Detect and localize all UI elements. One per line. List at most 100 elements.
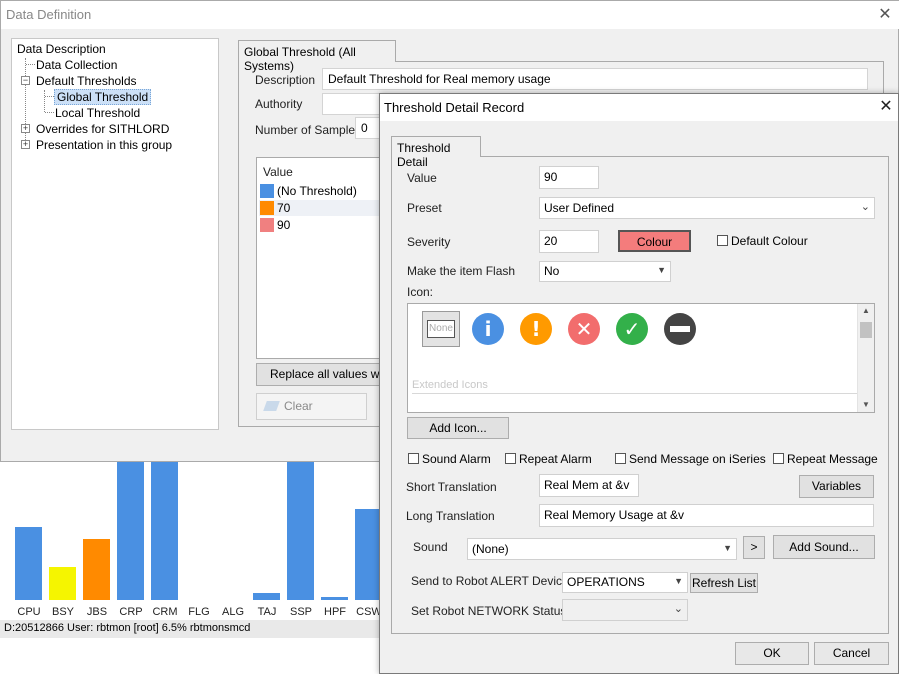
expand-icon[interactable]: + [21,124,30,133]
clear-label: Clear [284,399,313,413]
scroll-down-icon[interactable]: ▼ [862,400,870,409]
icon-scrollbar[interactable]: ▲ ▼ [857,304,874,412]
variables-button[interactable]: Variables [799,475,874,498]
threshold-detail-dialog: Threshold Detail Record ✕ Threshold Deta… [379,93,899,674]
minus-bar [670,326,690,332]
severity-input[interactable]: 20 [539,230,599,253]
long-translation-input[interactable]: Real Memory Usage at &v [539,504,874,527]
error-icon[interactable]: ✕ [568,313,600,345]
list-item[interactable]: 90 [259,217,395,233]
preset-select[interactable]: User Defined ⌄ [539,197,875,219]
tree-item-presentation[interactable]: Presentation in this group [36,138,172,152]
flash-select[interactable]: No ▼ [539,261,671,282]
status-bar: D:20512866 User: rbtmon [root] 6.5% rbtm… [0,620,380,638]
dropdown-arrow-icon: ▼ [723,543,732,553]
tab-global-threshold[interactable]: Global Threshold (All Systems) [238,40,396,73]
none-icon: None [427,320,455,338]
default-colour-checkbox[interactable]: Default Colour [717,234,808,248]
icon-picker: None i ! ✕ ✓ Extended Icons ▲ ▼ [407,303,875,413]
check-icon[interactable]: ✓ [616,313,648,345]
no-icon-option[interactable]: None [422,311,460,347]
ok-button[interactable]: OK [735,642,809,665]
dialog-title: Threshold Detail Record [384,100,525,115]
replace-values-button[interactable]: Replace all values with [256,363,381,386]
warning-icon[interactable]: ! [520,313,552,345]
samples-label: Number of Samples [255,123,362,137]
tree-item-overrides[interactable]: Overrides for SITHLORD [36,122,169,136]
checkbox-box [505,453,516,464]
metric-label: CRM [152,606,178,618]
repeat-message-checkbox[interactable]: Repeat Message [773,452,878,466]
metric-bar-cpu [15,527,42,600]
add-icon-button[interactable]: Add Icon... [407,417,509,439]
colour-swatch [260,184,274,198]
alert-device-label: Send to Robot ALERT Device [411,574,569,588]
metric-bar-crm [151,462,178,600]
icon-label: Icon: [407,285,434,299]
alert-device-select[interactable]: OPERATIONS ▼ [562,572,688,593]
sound-alarm-checkbox[interactable]: Sound Alarm [408,452,491,466]
checkbox-box [773,453,784,464]
clear-button[interactable]: Clear [256,393,367,420]
send-message-checkbox[interactable]: Send Message on iSeries [615,452,766,466]
sound-value: (None) [472,542,509,556]
list-item[interactable]: (No Threshold) [259,183,395,199]
refresh-list-button[interactable]: Refresh List [690,573,758,593]
tree-item-local-threshold[interactable]: Local Threshold [55,106,140,120]
list-item[interactable]: 70 [259,200,395,216]
long-translation-label: Long Translation [406,509,495,523]
metric-label: CRP [119,606,143,618]
metric-label: FLG [188,606,210,618]
sound-alarm-label: Sound Alarm [422,452,491,466]
tree-item-global-threshold[interactable]: Global Threshold [54,89,152,105]
colour-button[interactable]: Colour [618,230,691,252]
tree-connector [45,112,54,113]
dropdown-arrow-icon: ▼ [674,576,683,586]
section-divider [412,393,857,394]
play-sound-button[interactable]: > [743,536,765,559]
metric-label: SSP [289,606,312,618]
dialog-title-bar: Threshold Detail Record ✕ [380,94,898,121]
add-sound-button[interactable]: Add Sound... [773,535,875,559]
metric-label: ALG [221,606,244,618]
repeat-alarm-checkbox[interactable]: Repeat Alarm [505,452,592,466]
close-icon[interactable]: ✕ [874,4,896,26]
stop-icon[interactable] [664,313,696,345]
value-label: Value [407,171,437,185]
metric-bar-hpf [321,597,348,600]
authority-label: Authority [255,97,303,111]
authority-input[interactable] [322,93,382,115]
metric-bar-crp [117,462,144,600]
short-translation-input[interactable]: Real Mem at &v [539,474,639,497]
list-item-text: (No Threshold) [277,184,357,198]
tab-threshold-detail[interactable]: Threshold Detail [391,136,481,169]
samples-input[interactable]: 0 [355,117,382,139]
flash-label: Make the item Flash [407,264,516,278]
threshold-value-list: Value (No Threshold) 70 90 [256,157,396,359]
description-input[interactable]: Default Threshold for Real memory usage [322,68,868,90]
cancel-button[interactable]: Cancel [814,642,889,665]
tree-connector [44,90,45,112]
description-label: Description [255,73,316,87]
checkbox-box [408,453,419,464]
chevron-down-icon: ⌄ [673,603,683,615]
collapse-icon[interactable]: − [21,76,30,85]
colour-swatch [260,218,274,232]
metric-label: BSY [51,606,74,618]
info-icon[interactable]: i [472,313,504,345]
close-icon[interactable]: ✕ [876,97,896,117]
scroll-up-icon[interactable]: ▲ [862,306,870,315]
title-bar: Data Definition ✕ [1,1,899,29]
network-status-select[interactable]: ⌄ [562,599,688,621]
network-status-label: Set Robot NETWORK Status [411,604,567,618]
tree-item-data-description[interactable]: Data Description [17,42,106,56]
send-message-label: Send Message on iSeries [629,452,766,466]
tree-item-data-collection[interactable]: Data Collection [36,58,117,72]
chevron-down-icon: ⌄ [860,201,870,213]
sound-select[interactable]: (None) ▼ [467,538,737,560]
scroll-thumb[interactable] [860,322,872,338]
tree-item-default-thresholds[interactable]: Default Thresholds [36,74,137,88]
value-input[interactable]: 90 [539,166,599,189]
expand-icon[interactable]: + [21,140,30,149]
checkbox-box [717,235,728,246]
